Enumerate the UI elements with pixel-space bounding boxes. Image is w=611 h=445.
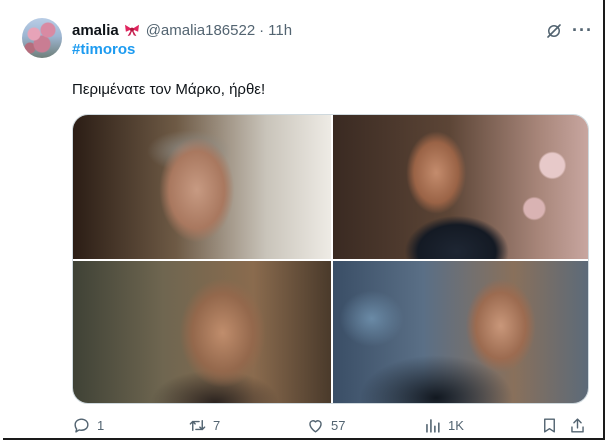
view-count: 1K <box>448 418 464 433</box>
media-grid <box>72 114 589 404</box>
reply-count: 1 <box>97 418 105 433</box>
like-count: 57 <box>331 418 346 433</box>
avatar[interactable] <box>22 18 62 58</box>
bow-icon <box>124 24 139 37</box>
photo-2[interactable] <box>333 115 588 259</box>
bookmark-icon <box>544 418 555 433</box>
photo-3[interactable] <box>73 261 331 403</box>
photo-4[interactable] <box>333 261 588 403</box>
like-icon <box>309 420 322 433</box>
author-name[interactable]: amalia <box>72 22 119 39</box>
hashtag-link[interactable]: #timoros <box>72 41 135 58</box>
more-icon[interactable]: ··· <box>572 20 593 41</box>
tweet-header: amalia @amalia186522 · 11h <box>72 20 292 40</box>
retweet-count: 7 <box>213 418 221 433</box>
tweet-text: Περιμένατε τον Μάρκο, ήρθε! <box>72 81 266 98</box>
share-button[interactable] <box>568 416 587 435</box>
retweet-button[interactable]: 7 <box>188 416 220 435</box>
bookmark-button[interactable] <box>540 416 559 435</box>
separator-dot: · <box>259 21 265 39</box>
author-handle[interactable]: @amalia186522 <box>146 22 255 39</box>
views-icon <box>426 419 440 433</box>
reply-icon <box>74 418 89 433</box>
photo-1[interactable] <box>73 115 331 259</box>
reply-button[interactable]: 1 <box>72 416 104 435</box>
timestamp[interactable]: 11h <box>268 22 292 39</box>
like-button[interactable]: 57 <box>306 416 345 435</box>
retweet-icon <box>189 420 206 431</box>
views-button[interactable]: 1K <box>423 416 464 435</box>
share-icon <box>571 418 584 433</box>
grok-icon[interactable] <box>545 22 563 40</box>
action-bar: 1 7 57 1K <box>72 416 597 440</box>
